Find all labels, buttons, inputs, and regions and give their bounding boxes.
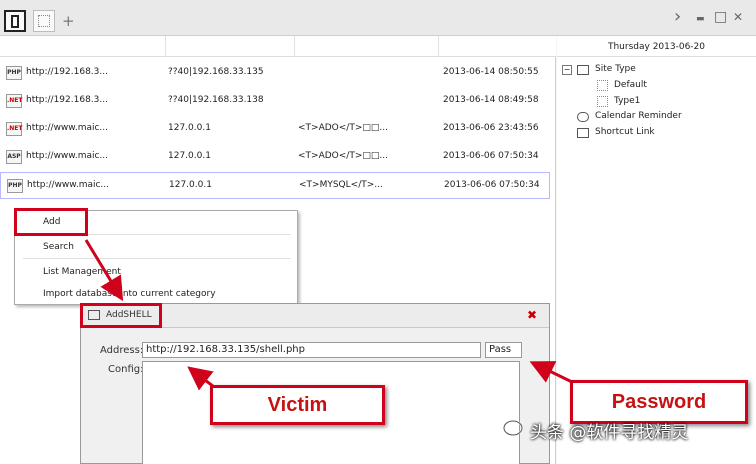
arrow-to-password bbox=[529, 361, 573, 384]
watermark-text: 头条 @软件寻找精灵 bbox=[530, 423, 689, 443]
victim-callout: Victim bbox=[210, 385, 385, 425]
wechat-icon bbox=[502, 418, 524, 438]
arrow-to-addshell bbox=[84, 239, 124, 302]
